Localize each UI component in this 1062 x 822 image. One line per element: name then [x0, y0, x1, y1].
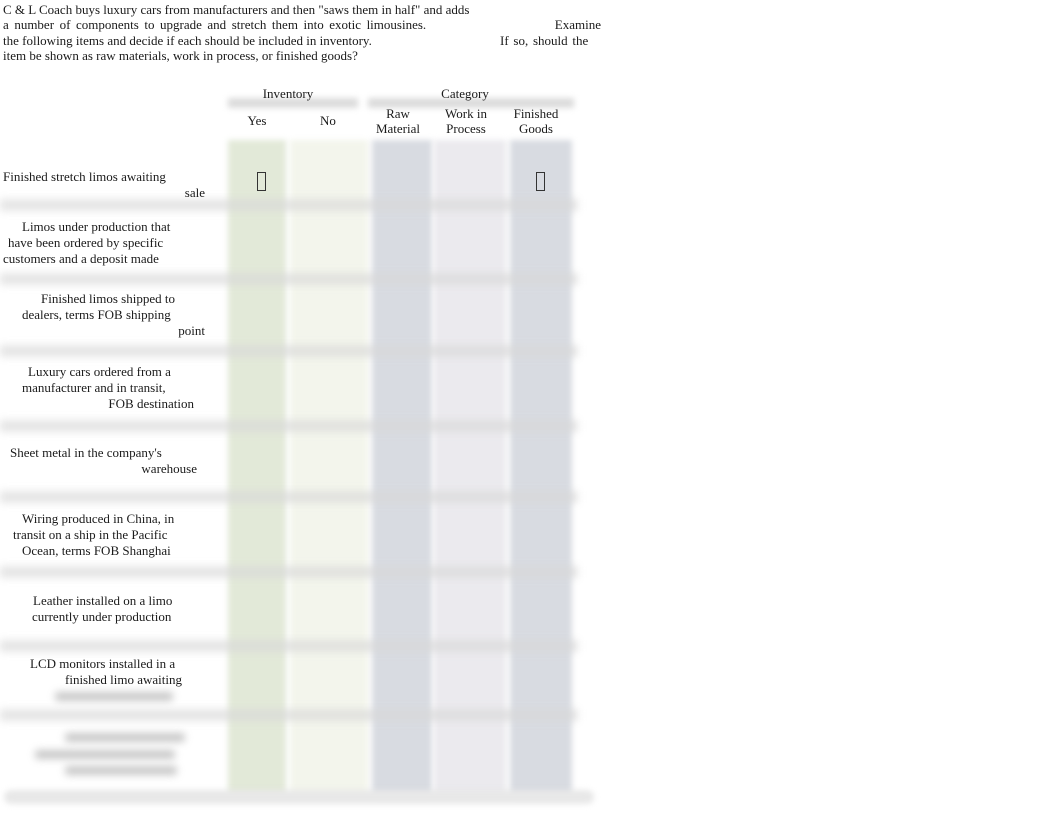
item-text-line: Leather installed on a limo — [33, 593, 173, 608]
row-separator — [0, 566, 578, 578]
intro-line-3b: If so, should the — [500, 32, 589, 48]
item-text-line: finished limo awaiting — [65, 672, 182, 687]
item-text-line: Ocean, terms FOB Shanghai — [22, 543, 171, 558]
raw-material-header-line-2: Material — [375, 121, 421, 136]
row-separator — [0, 420, 578, 432]
raw-material-header-line-1: Raw — [386, 106, 410, 121]
item-text-line: Luxury cars ordered from a — [28, 364, 171, 379]
work-in-process-column-band — [434, 140, 506, 798]
item-text-line: manufacturer and in transit, — [22, 380, 166, 395]
work-in-process-header-line-1: Work in — [445, 106, 487, 121]
item-row-7-label: Leather installed on a limo currently un… — [3, 593, 172, 625]
finished-goods-header-line-2: Goods — [519, 121, 553, 136]
yes-checkbox-icon[interactable] — [257, 172, 266, 191]
obscured-text — [65, 766, 177, 775]
yes-column-header: Yes — [247, 113, 267, 128]
intro-line-3a: the following items and decide if each s… — [3, 32, 372, 48]
item-text-line: Finished stretch limos awaiting — [3, 169, 166, 184]
intro-line-2b: Examine — [554, 17, 601, 33]
obscured-text — [55, 692, 173, 701]
finished-goods-column-header: Finished Goods — [506, 106, 566, 136]
raw-material-column-header: Raw Material — [368, 106, 428, 136]
item-text-line: have been ordered by specific — [8, 235, 164, 250]
item-text-line: customers and a deposit made — [3, 251, 159, 266]
finished-goods-checkbox-icon[interactable] — [536, 172, 545, 191]
row-separator — [0, 491, 578, 503]
no-column-band — [290, 140, 368, 798]
item-row-2-label: Limos under production that have been or… — [3, 219, 170, 267]
item-text-line: warehouse — [141, 461, 197, 476]
raw-material-column-band — [372, 140, 432, 798]
item-text-line: FOB destination — [108, 396, 194, 411]
item-text-line: currently under production — [32, 609, 172, 624]
intro-line-2: a number of components to upgrade and st… — [3, 17, 601, 32]
item-row-4-label: Luxury cars ordered from a manufacturer … — [3, 364, 194, 412]
item-text-line: Sheet metal in the company's — [10, 445, 162, 460]
item-text-line: dealers, terms FOB shipping — [22, 307, 171, 322]
item-row-8-label: LCD monitors installed in a finished lim… — [3, 656, 182, 688]
work-in-process-column-header: Work in Process — [436, 106, 496, 136]
obscured-text — [65, 733, 185, 742]
no-column-header: No — [320, 113, 336, 128]
item-text-line: Wiring produced in China, in — [22, 511, 175, 526]
item-text-line: LCD monitors installed in a — [30, 656, 176, 671]
row-separator — [0, 709, 578, 721]
intro-line-3: the following items and decide if each s… — [3, 33, 601, 48]
yes-column-band — [228, 140, 286, 798]
item-row-6-label: Wiring produced in China, in transit on … — [3, 511, 174, 559]
item-text-line: Limos under production that — [22, 219, 171, 234]
inventory-group-header: Inventory — [262, 86, 314, 101]
category-group-header: Category — [441, 86, 489, 101]
row-separator — [0, 345, 578, 357]
work-in-process-header-line-2: Process — [446, 121, 486, 136]
intro-line-4: item be shown as raw materials, work in … — [3, 47, 358, 63]
item-text-line: Finished limos shipped to — [41, 291, 175, 306]
item-text-line: transit on a ship in the Pacific — [13, 527, 168, 542]
item-row-5-label: Sheet metal in the company's warehouse — [3, 445, 197, 477]
row-separator — [0, 640, 578, 652]
item-text-line: sale — [184, 185, 205, 200]
intro-line-1: C & L Coach buys luxury cars from manufa… — [3, 2, 470, 17]
table-bottom-border — [4, 790, 594, 804]
row-separator — [0, 273, 578, 285]
item-row-1-label: Finished stretch limos awaiting sale — [3, 169, 205, 201]
finished-goods-column-band — [510, 140, 572, 798]
item-text-line: point — [178, 323, 205, 338]
intro-line-2a: a number of components to upgrade and st… — [3, 17, 427, 33]
problem-statement: C & L Coach buys luxury cars from manufa… — [3, 2, 601, 63]
obscured-text — [35, 750, 175, 759]
item-row-3-label: Finished limos shipped to dealers, terms… — [3, 291, 205, 339]
finished-goods-header-line-1: Finished — [513, 106, 559, 121]
